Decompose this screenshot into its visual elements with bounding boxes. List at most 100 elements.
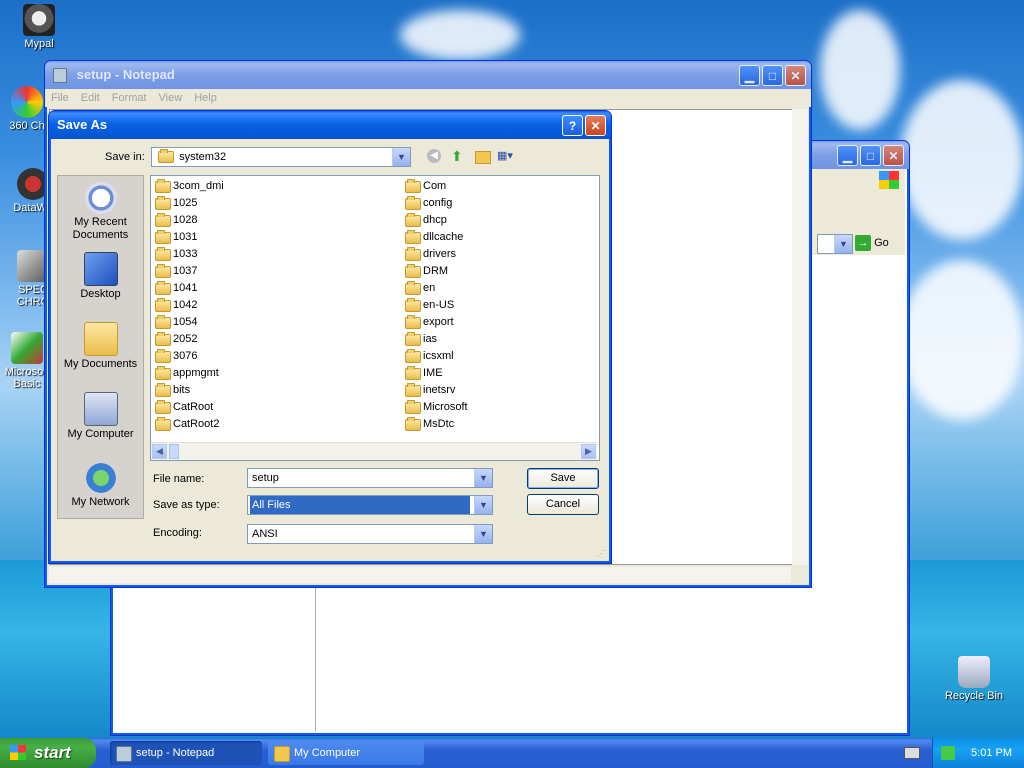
windows-flag-icon (10, 745, 26, 760)
file-list-item[interactable]: 1042 (153, 297, 224, 314)
close-button[interactable]: ✕ (883, 145, 904, 166)
help-button[interactable]: ? (562, 115, 583, 136)
go-button[interactable]: → Go (855, 234, 901, 252)
new-folder-icon[interactable] (475, 151, 491, 164)
file-list-item[interactable]: icsxml (403, 348, 468, 365)
file-list-item[interactable]: config (403, 195, 468, 212)
file-list-item[interactable]: DRM (403, 263, 468, 280)
file-list-item[interactable]: 1037 (153, 263, 224, 280)
view-menu-icon[interactable]: ▦▾ (497, 149, 519, 163)
file-list-item-label: en (423, 282, 436, 294)
system-tray: 5:01 PM (932, 738, 1024, 768)
taskbar-item-my-computer[interactable]: My Computer (268, 741, 424, 765)
minimize-button[interactable]: ▁ (739, 65, 760, 86)
file-list-item[interactable]: inetsrv (403, 382, 468, 399)
menu-help[interactable]: Help (194, 89, 217, 107)
scroll-thumb[interactable] (169, 444, 179, 459)
notepad-vertical-scrollbar[interactable] (792, 109, 808, 565)
save-in-select[interactable]: system32 ▼ (151, 147, 411, 167)
start-button[interactable]: start (0, 738, 96, 768)
chevron-down-icon[interactable]: ▼ (474, 525, 492, 543)
file-list-item[interactable]: 1033 (153, 246, 224, 263)
save-as-type-select[interactable]: All Files ▼ (247, 495, 493, 515)
file-list-item[interactable]: 1028 (153, 212, 224, 229)
close-button[interactable]: ✕ (785, 65, 806, 86)
address-dropdown[interactable]: ▼ (817, 234, 853, 254)
folder-icon (405, 263, 421, 278)
place-my-documents[interactable]: My Documents (58, 322, 143, 370)
save-button[interactable]: Save (527, 468, 599, 489)
file-list-item[interactable]: 2052 (153, 331, 224, 348)
file-list-item-label: en-US (423, 299, 455, 311)
file-list-item[interactable]: MsDtc (403, 416, 468, 433)
file-list-column-1: 3com_dmi 1025 1028 1031 1033 1037 1041 1042 1054… (153, 178, 224, 433)
place-desktop[interactable]: Desktop (58, 252, 143, 300)
file-list-item[interactable]: 1041 (153, 280, 224, 297)
place-label: My Network (71, 496, 130, 508)
chevron-down-icon[interactable]: ▼ (392, 148, 410, 166)
file-list-item[interactable]: IME (403, 365, 468, 382)
file-list-item[interactable]: 1025 (153, 195, 224, 212)
maximize-button[interactable]: □ (762, 65, 783, 86)
folder-icon (405, 382, 421, 397)
close-button[interactable]: ✕ (585, 115, 606, 136)
menu-edit[interactable]: Edit (81, 89, 100, 107)
maximize-button[interactable]: □ (860, 145, 881, 166)
file-list-item[interactable]: en-US (403, 297, 468, 314)
desktop-icon-recycle-bin[interactable]: Recycle Bin (939, 656, 1009, 702)
file-list-item[interactable]: 1054 (153, 314, 224, 331)
up-folder-icon[interactable]: ⬆ (451, 148, 467, 164)
network-tray-icon[interactable] (941, 746, 955, 760)
notepad-titlebar[interactable]: setup - Notepad ▁ □ ✕ (45, 61, 811, 89)
go-arrow-icon: → (855, 235, 871, 252)
desktop-icon-mypal[interactable]: Mypal (4, 4, 74, 50)
file-list-item[interactable]: Microsoft (403, 399, 468, 416)
scroll-right-button[interactable]: ▶ (581, 444, 596, 459)
back-icon[interactable]: ◀ (427, 149, 441, 163)
file-list-item[interactable]: appmgmt (153, 365, 224, 382)
file-list-item[interactable]: dllcache (403, 229, 468, 246)
keyboard-icon[interactable] (904, 747, 920, 759)
chevron-down-icon[interactable]: ▼ (834, 235, 852, 253)
file-list-item-label: bits (173, 384, 191, 396)
place-my-computer[interactable]: My Computer (58, 392, 143, 440)
file-list-item[interactable]: 1031 (153, 229, 224, 246)
chevron-down-icon[interactable]: ▼ (474, 496, 492, 514)
folder-icon (155, 246, 171, 261)
save-as-dialog[interactable]: Save As ? ✕ Save in: system32 ▼ ◀ ⬆ ▦▾ M… (48, 110, 612, 564)
file-list-item[interactable]: 3com_dmi (153, 178, 224, 195)
file-list-item[interactable]: bits (153, 382, 224, 399)
dialog-title: Save As (57, 117, 108, 132)
minimize-button[interactable]: ▁ (837, 145, 858, 166)
taskbar: start setup - Notepad My Computer 5:01 P… (0, 738, 1024, 768)
file-list-item[interactable]: 3076 (153, 348, 224, 365)
file-list-item[interactable]: CatRoot2 (153, 416, 224, 433)
file-list[interactable]: 3com_dmi 1025 1028 1031 1033 1037 1041 1042 1054… (150, 175, 600, 461)
file-list-item-label: export (423, 316, 454, 328)
taskbar-item-notepad[interactable]: setup - Notepad (110, 741, 262, 765)
resize-grip-icon[interactable]: ⋰ (597, 549, 607, 559)
file-list-item[interactable]: en (403, 280, 468, 297)
menu-file[interactable]: File (51, 89, 69, 107)
notepad-horizontal-scrollbar[interactable] (49, 567, 791, 583)
folder-icon (405, 348, 421, 363)
file-list-item[interactable]: CatRoot (153, 399, 224, 416)
encoding-select[interactable]: ANSI ▼ (247, 524, 493, 544)
menu-view[interactable]: View (159, 89, 183, 107)
my-network-icon (84, 462, 117, 494)
place-my-network[interactable]: My Network (58, 462, 143, 508)
folder-icon (155, 382, 171, 397)
save-as-titlebar[interactable]: Save As ? ✕ (49, 111, 611, 139)
file-list-item[interactable]: drivers (403, 246, 468, 263)
file-list-horizontal-scrollbar[interactable]: ◀ ▶ (151, 442, 597, 460)
file-name-input[interactable]: setup ▼ (247, 468, 493, 488)
file-list-item[interactable]: ias (403, 331, 468, 348)
menu-format[interactable]: Format (112, 89, 147, 107)
file-list-item[interactable]: dhcp (403, 212, 468, 229)
file-list-item[interactable]: Com (403, 178, 468, 195)
place-my-recent-documents[interactable]: My Recent Documents (58, 182, 143, 242)
scroll-left-button[interactable]: ◀ (152, 444, 167, 459)
cancel-button[interactable]: Cancel (527, 494, 599, 515)
file-list-item[interactable]: export (403, 314, 468, 331)
chevron-down-icon[interactable]: ▼ (474, 469, 492, 487)
